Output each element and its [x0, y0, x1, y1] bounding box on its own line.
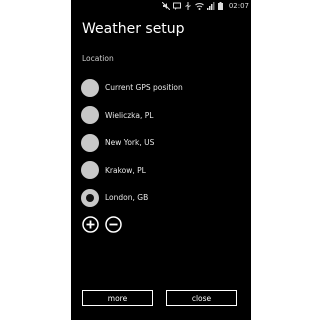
- radio-unselected-icon[interactable]: [81, 133, 99, 152]
- location-label: Wieliczka, PL: [105, 110, 154, 120]
- page-title: Weather setup: [82, 21, 185, 37]
- location-label: New York, US: [105, 138, 155, 148]
- status-bar: 02:07: [71, 0, 251, 12]
- message-icon: [172, 2, 181, 10]
- remove-circle-icon[interactable]: [105, 216, 122, 233]
- no-sound-icon: [161, 2, 170, 10]
- location-label: Krakow, PL: [105, 165, 146, 175]
- location-actions: [82, 216, 122, 233]
- more-button[interactable]: more: [82, 290, 153, 306]
- close-button[interactable]: close: [166, 290, 237, 306]
- location-item-london[interactable]: London, GB: [81, 184, 246, 212]
- phone-screen: 02:07 Weather setup Location Current GPS…: [71, 0, 251, 320]
- battery-icon: [217, 2, 223, 10]
- location-item-gps[interactable]: Current GPS position: [81, 74, 246, 102]
- status-time: 02:07: [228, 2, 249, 10]
- add-circle-icon[interactable]: [82, 216, 99, 233]
- signal-icon: [206, 2, 215, 10]
- radio-unselected-icon[interactable]: [81, 161, 99, 180]
- wifi-icon: [194, 2, 204, 10]
- location-item-wieliczka[interactable]: Wieliczka, PL: [81, 102, 246, 130]
- radio-unselected-icon[interactable]: [81, 106, 99, 125]
- radio-selected-icon[interactable]: [81, 188, 99, 207]
- usb-icon: [184, 2, 192, 10]
- location-section-label: Location: [82, 54, 114, 63]
- location-list: Current GPS position Wieliczka, PL New Y…: [81, 74, 246, 212]
- radio-unselected-icon[interactable]: [81, 78, 99, 97]
- location-item-new-york[interactable]: New York, US: [81, 129, 246, 157]
- radio-dot: [86, 193, 94, 202]
- location-item-krakow[interactable]: Krakow, PL: [81, 157, 246, 185]
- location-label: Current GPS position: [105, 83, 183, 93]
- location-label: London, GB: [105, 193, 149, 203]
